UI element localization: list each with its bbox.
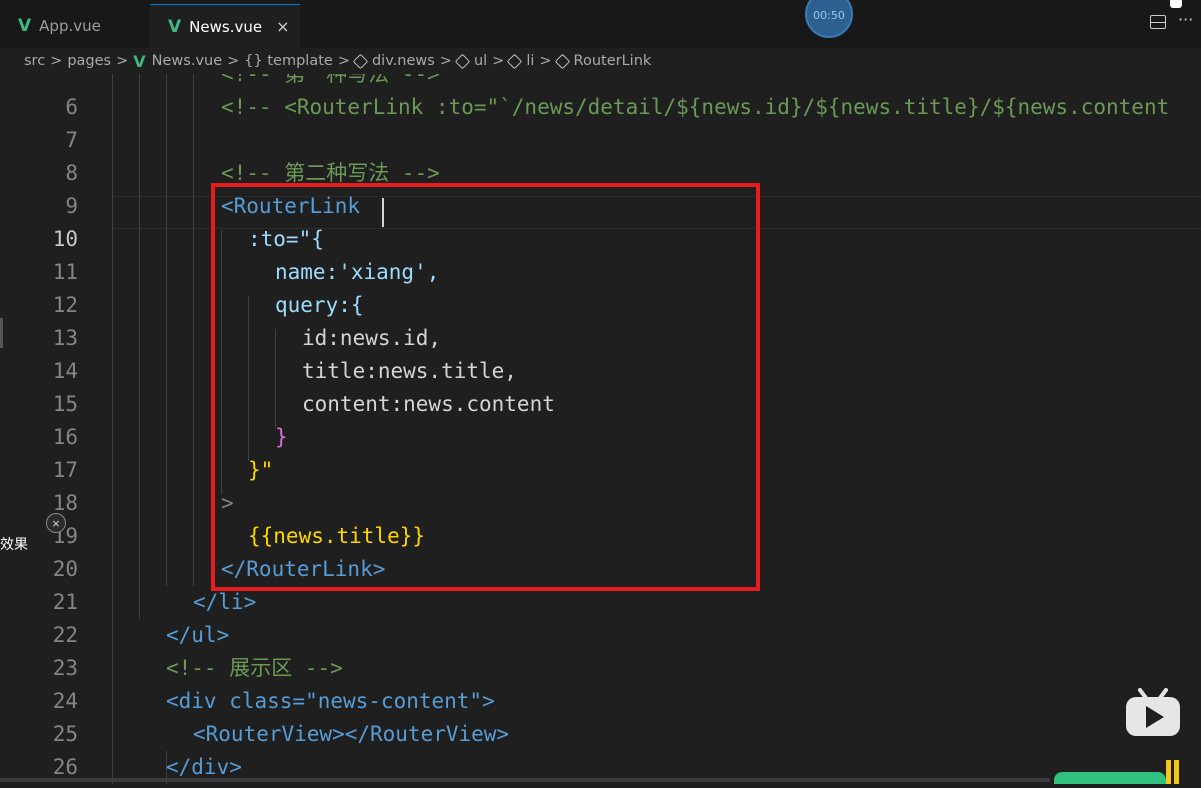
code-text: </ul>	[166, 623, 230, 647]
code-line: 7 <!-- <RouterLink :to="`/news/detail/${…	[0, 91, 1201, 152]
side-handle	[0, 318, 3, 348]
code-line: 6 <!-- 第一种写法 -->	[0, 74, 1201, 119]
pause-icon[interactable]	[1166, 760, 1186, 784]
editor-tab-bar: V App.vue V News.vue × 00:50 ···	[0, 0, 1201, 48]
chevron-right-icon: >	[539, 53, 552, 69]
close-icon[interactable]: ×	[276, 17, 289, 36]
notification-icon	[1170, 0, 1182, 8]
highlight-annotation-box	[211, 183, 760, 591]
tab-news-vue[interactable]: V News.vue ×	[150, 4, 300, 48]
tab-app-vue[interactable]: V App.vue	[0, 4, 150, 48]
breadcrumb-item-li[interactable]: li	[526, 53, 534, 69]
code-text: <!-- <RouterLink :to="`/news/detail/${ne…	[221, 95, 1170, 119]
tab-label: App.vue	[39, 17, 101, 35]
element-icon	[352, 53, 369, 69]
close-icon[interactable]: ×	[46, 513, 66, 533]
tab-label: News.vue	[189, 17, 263, 36]
side-label: 效果	[0, 534, 28, 554]
vue-icon: V	[18, 16, 32, 36]
recording-timer: 00:50	[805, 0, 853, 38]
code-line: 24 <!-- 展示区 -->	[0, 652, 1201, 713]
tv-icon[interactable]	[1124, 688, 1182, 738]
code-line: 26 <RouterView></RouterView>	[0, 718, 1201, 779]
split-editor-icon[interactable]	[1150, 15, 1166, 29]
code-text: <!-- 第一种写法 -->	[221, 74, 440, 86]
code-text: <div class="news-content">	[166, 689, 495, 713]
breadcrumb: src > pages > V News.vue > {} template >…	[0, 48, 1201, 74]
breadcrumb-item-ul[interactable]: ul	[474, 53, 487, 69]
breadcrumb-item-template[interactable]: {} template	[244, 53, 333, 69]
chevron-right-icon: >	[439, 53, 452, 69]
element-icon	[554, 53, 570, 69]
chevron-right-icon: >	[50, 53, 63, 69]
code-line: 23 </ul>	[0, 619, 1201, 680]
chevron-right-icon: >	[116, 53, 129, 69]
vue-icon: V	[133, 51, 146, 71]
element-icon	[507, 53, 523, 69]
chevron-right-icon: >	[492, 53, 505, 69]
code-text: <RouterView></RouterView>	[193, 722, 510, 746]
code-line: 8	[0, 124, 1201, 185]
element-icon	[454, 53, 471, 69]
breadcrumb-item-pages[interactable]: pages	[67, 53, 111, 69]
chevron-right-icon: >	[337, 53, 350, 69]
horizontal-scrollbar[interactable]	[0, 778, 1050, 782]
chevron-right-icon: >	[227, 53, 240, 69]
breadcrumb-item-file[interactable]: News.vue	[152, 53, 222, 69]
breadcrumb-item-component[interactable]: RouterLink	[574, 53, 652, 69]
code-text: <!-- 展示区 -->	[166, 656, 343, 680]
more-actions-icon[interactable]: ···	[1178, 10, 1193, 29]
recording-time: 00:50	[813, 9, 845, 22]
code-line: 25 <div class="news-content">	[0, 685, 1201, 746]
breadcrumb-item-div[interactable]: div.news	[372, 53, 435, 69]
decorative-mascot	[1054, 772, 1166, 784]
vue-icon: V	[168, 16, 182, 37]
breadcrumb-item-src[interactable]: src	[24, 53, 45, 69]
